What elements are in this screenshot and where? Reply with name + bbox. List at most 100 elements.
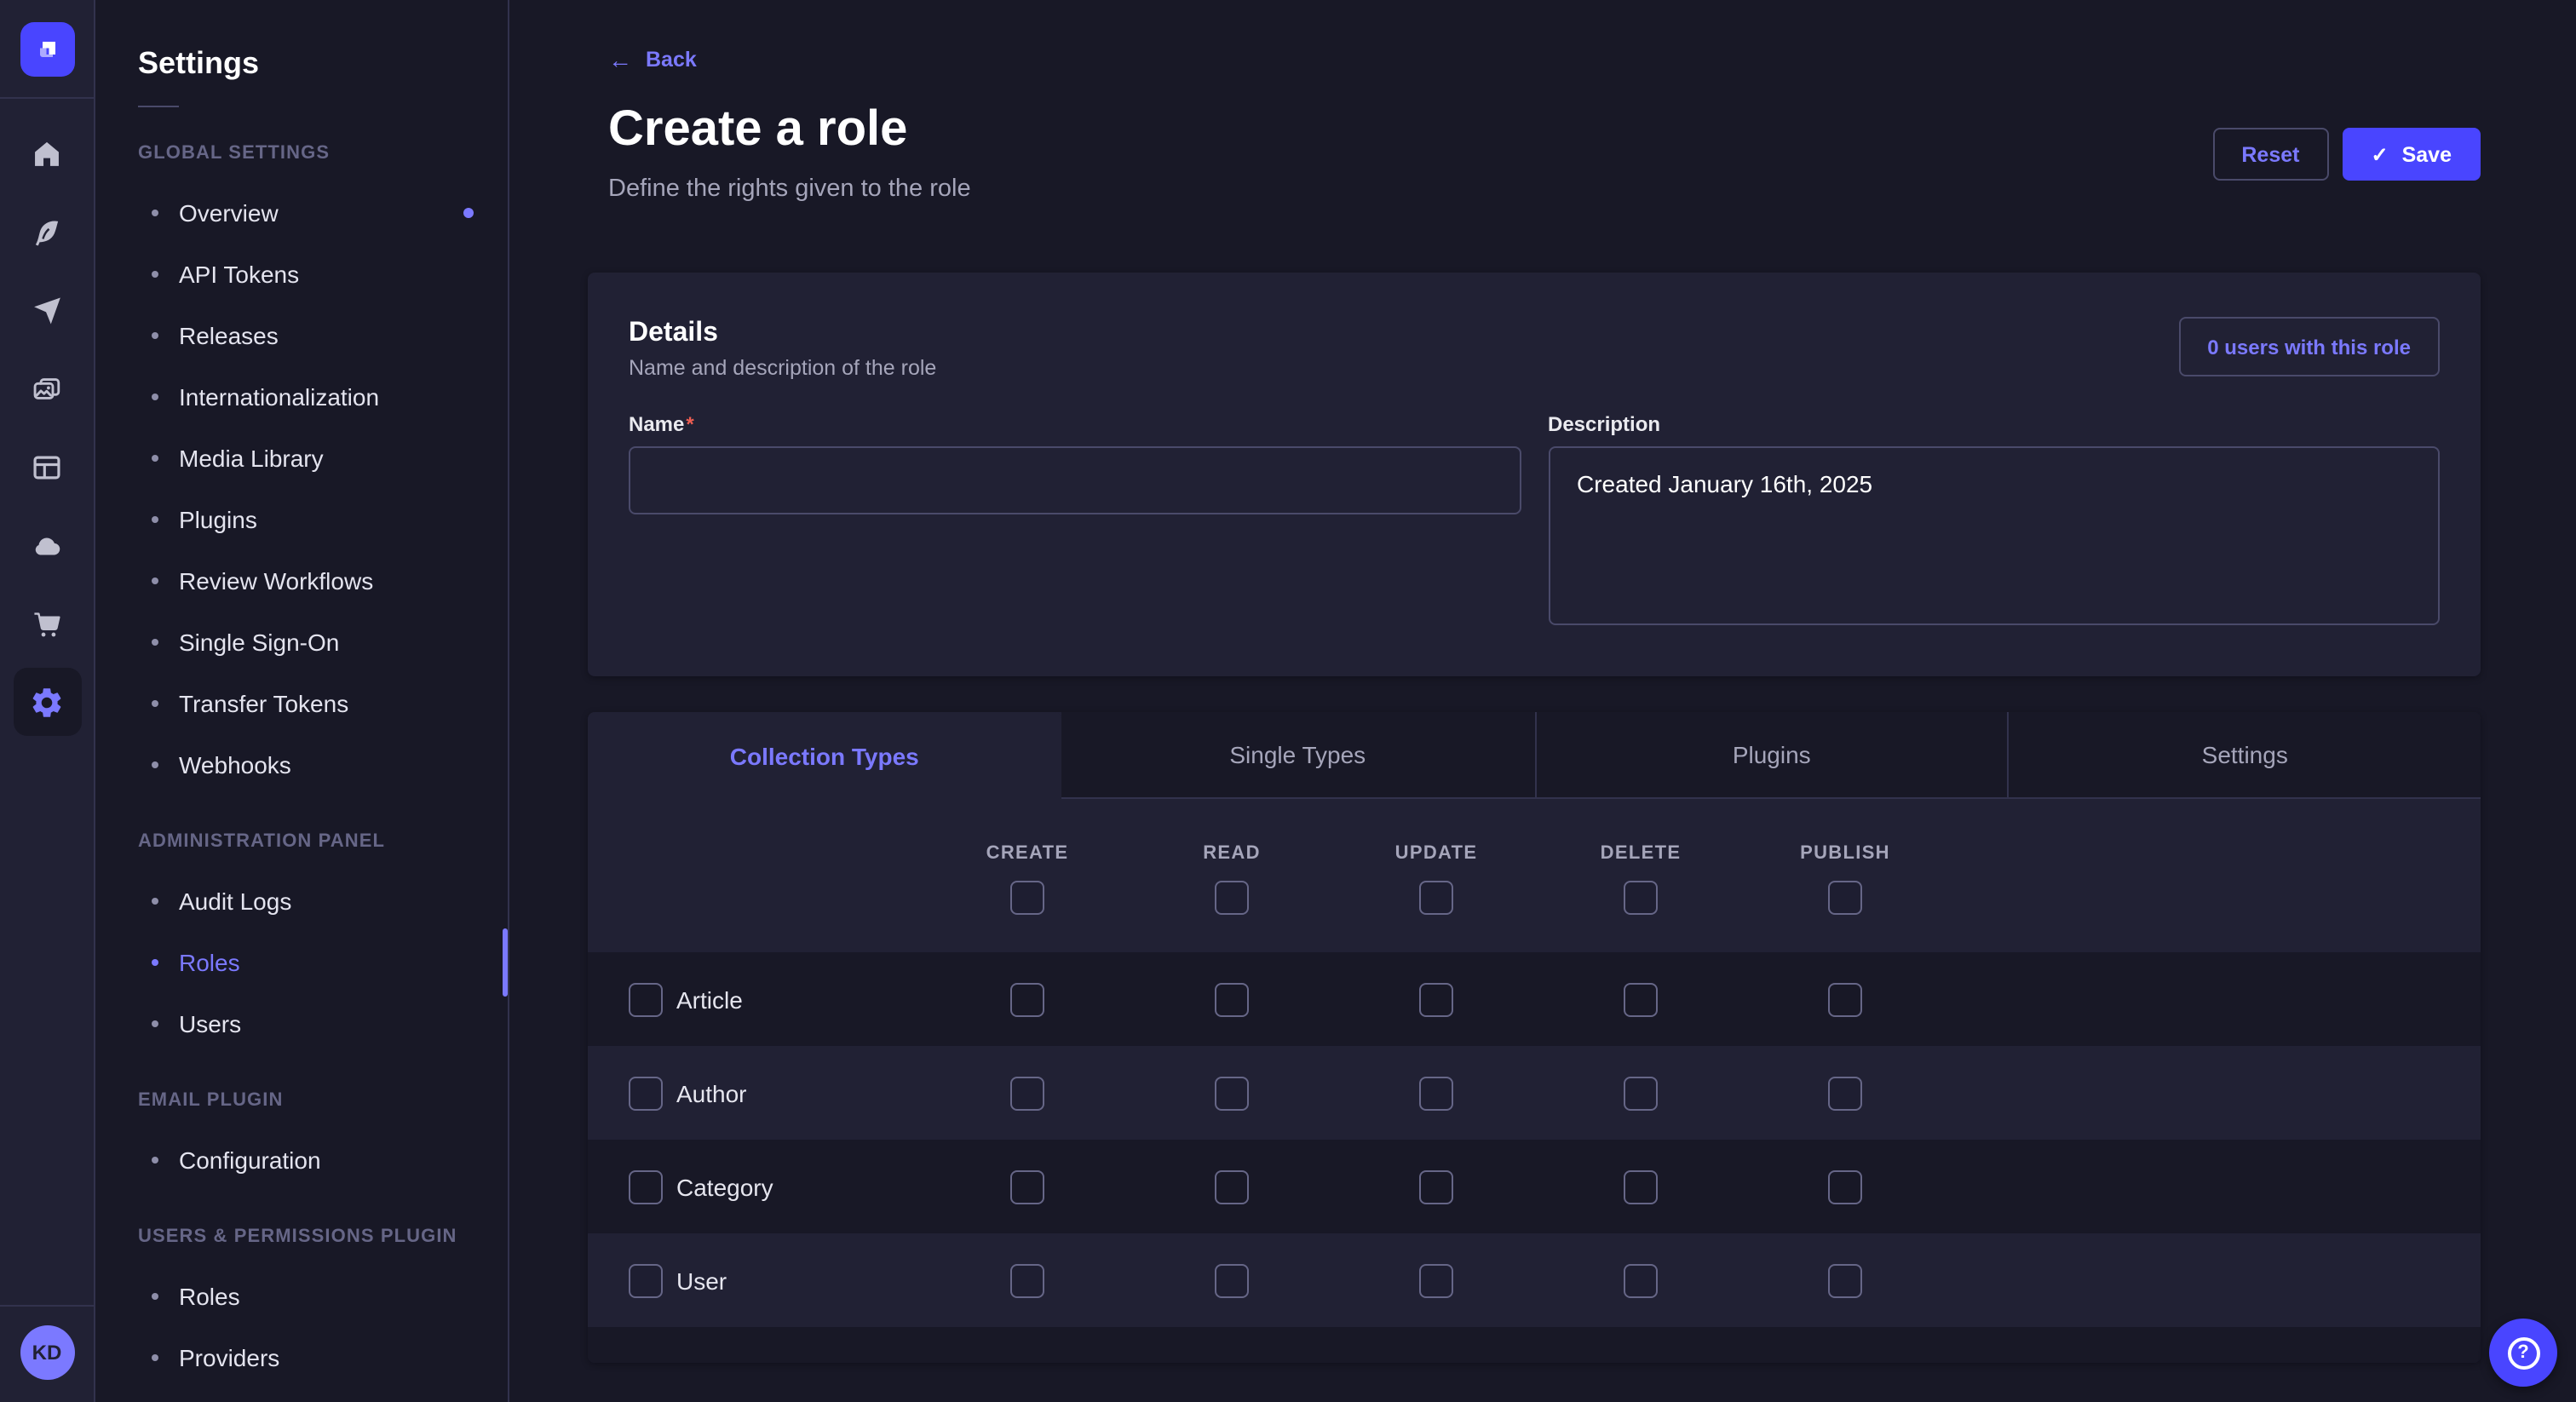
description-textarea[interactable]: Created January 16th, 2025 bbox=[1548, 446, 2440, 625]
permissions-table-header: CREATEREADUPDATEDELETEPUBLISH bbox=[588, 799, 2481, 952]
row-label: Article bbox=[676, 985, 743, 1013]
cart-icon bbox=[31, 607, 63, 640]
user-read-checkbox[interactable] bbox=[1215, 1263, 1249, 1297]
bullet-icon bbox=[152, 210, 158, 216]
subnav-item-overview[interactable]: Overview bbox=[95, 182, 508, 244]
user-create-checkbox[interactable] bbox=[1010, 1263, 1044, 1297]
users-with-role-button[interactable]: 0 users with this role bbox=[2178, 317, 2440, 376]
subnav-item-review-workflows[interactable]: Review Workflows bbox=[95, 550, 508, 612]
select-all-row bbox=[588, 881, 2481, 915]
user-update-checkbox[interactable] bbox=[1419, 1263, 1453, 1297]
subnav-item-users[interactable]: Users bbox=[95, 993, 508, 1054]
main-content: ← Back Create a role Define the rights g… bbox=[509, 0, 2576, 1402]
notification-dot bbox=[463, 208, 474, 218]
tab-single-types[interactable]: Single Types bbox=[1061, 712, 1535, 799]
tab-settings[interactable]: Settings bbox=[2008, 712, 2481, 799]
reset-button[interactable]: Reset bbox=[2212, 128, 2328, 181]
name-input[interactable] bbox=[629, 446, 1521, 514]
article-update-checkbox[interactable] bbox=[1419, 982, 1453, 1016]
subnav-section-label: ADMINISTRATION PANEL bbox=[95, 813, 508, 871]
rail-icon-list bbox=[13, 119, 81, 736]
select-all-read-checkbox[interactable] bbox=[1215, 881, 1249, 915]
description-label: Description bbox=[1548, 412, 1660, 436]
subnav-section-label: EMAIL PLUGIN bbox=[95, 1072, 508, 1129]
back-link[interactable]: ← Back bbox=[608, 48, 697, 72]
user-delete-checkbox[interactable] bbox=[1624, 1263, 1658, 1297]
subnav-sections: GLOBAL SETTINGSOverviewAPI TokensRelease… bbox=[95, 124, 508, 1388]
bullet-icon bbox=[152, 761, 158, 768]
permissions-card: Collection TypesSingle TypesPluginsSetti… bbox=[588, 712, 2481, 1363]
nav-cloud-button[interactable] bbox=[13, 511, 81, 579]
paper-plane-icon bbox=[31, 294, 63, 326]
bullet-icon bbox=[152, 1157, 158, 1164]
permission-row-article: Article bbox=[588, 952, 2481, 1046]
subnav-item-plugins[interactable]: Plugins bbox=[95, 489, 508, 550]
column-header-delete: DELETE bbox=[1538, 843, 1743, 864]
subnav-item-releases[interactable]: Releases bbox=[95, 305, 508, 366]
strapi-logo[interactable] bbox=[20, 22, 74, 77]
subnav-item-providers[interactable]: Providers bbox=[95, 1327, 508, 1388]
page-title: Create a role bbox=[608, 101, 971, 160]
nav-home-button[interactable] bbox=[13, 119, 81, 187]
author-update-checkbox[interactable] bbox=[1419, 1076, 1453, 1110]
select-all-publish-checkbox[interactable] bbox=[1828, 881, 1862, 915]
subnav-item-configuration[interactable]: Configuration bbox=[95, 1129, 508, 1191]
nav-feather-button[interactable] bbox=[13, 198, 81, 266]
subnav-item-media-library[interactable]: Media Library bbox=[95, 428, 508, 489]
category-read-checkbox[interactable] bbox=[1215, 1169, 1249, 1204]
author-read-checkbox[interactable] bbox=[1215, 1076, 1249, 1110]
subnav-item-label: Roles bbox=[179, 1283, 240, 1310]
bullet-icon bbox=[152, 700, 158, 707]
cloud-icon bbox=[31, 529, 63, 561]
avatar[interactable]: KD bbox=[20, 1325, 74, 1380]
author-publish-checkbox[interactable] bbox=[1828, 1076, 1862, 1110]
page-header: Create a role Define the rights given to… bbox=[588, 77, 2481, 206]
nav-gear-button[interactable] bbox=[13, 668, 81, 736]
subnav-item-roles[interactable]: Roles bbox=[95, 932, 508, 993]
tab-collection-types[interactable]: Collection Types bbox=[588, 712, 1061, 799]
permissions-tabs: Collection TypesSingle TypesPluginsSetti… bbox=[588, 712, 2481, 799]
save-button[interactable]: ✓ Save bbox=[2342, 128, 2481, 181]
nav-rail: KD bbox=[0, 0, 95, 1402]
select-all-create-checkbox[interactable] bbox=[1010, 881, 1044, 915]
row-author-checkbox[interactable] bbox=[629, 1076, 663, 1110]
nav-cart-button[interactable] bbox=[13, 589, 81, 658]
category-create-checkbox[interactable] bbox=[1010, 1169, 1044, 1204]
nav-layout-button[interactable] bbox=[13, 433, 81, 501]
column-header-publish: PUBLISH bbox=[1743, 843, 1947, 864]
subnav-item-audit-logs[interactable]: Audit Logs bbox=[95, 871, 508, 932]
row-article-checkbox[interactable] bbox=[629, 982, 663, 1016]
user-publish-checkbox[interactable] bbox=[1828, 1263, 1862, 1297]
author-create-checkbox[interactable] bbox=[1010, 1076, 1044, 1110]
select-all-delete-checkbox[interactable] bbox=[1624, 881, 1658, 915]
subnav-item-internationalization[interactable]: Internationalization bbox=[95, 366, 508, 428]
article-create-checkbox[interactable] bbox=[1010, 982, 1044, 1016]
category-update-checkbox[interactable] bbox=[1419, 1169, 1453, 1204]
subnav-item-transfer-tokens[interactable]: Transfer Tokens bbox=[95, 673, 508, 734]
nav-images-button[interactable] bbox=[13, 354, 81, 422]
subnav-item-api-tokens[interactable]: API Tokens bbox=[95, 244, 508, 305]
subnav-title-divider bbox=[138, 106, 179, 107]
subnav-item-single-sign-on[interactable]: Single Sign-On bbox=[95, 612, 508, 673]
row-label: User bbox=[676, 1267, 727, 1294]
article-read-checkbox[interactable] bbox=[1215, 982, 1249, 1016]
subnav-item-webhooks[interactable]: Webhooks bbox=[95, 734, 508, 796]
author-delete-checkbox[interactable] bbox=[1624, 1076, 1658, 1110]
bullet-icon bbox=[152, 1354, 158, 1361]
strapi-admin-app: KD Settings GLOBAL SETTINGSOverviewAPI T… bbox=[0, 0, 2576, 1402]
row-user-checkbox[interactable] bbox=[629, 1263, 663, 1297]
nav-paper-plane-button[interactable] bbox=[13, 276, 81, 344]
category-delete-checkbox[interactable] bbox=[1624, 1169, 1658, 1204]
name-field-group: Name* bbox=[629, 409, 1521, 634]
category-publish-checkbox[interactable] bbox=[1828, 1169, 1862, 1204]
help-button[interactable]: ? bbox=[2489, 1319, 2557, 1387]
subnav-item-label: Webhooks bbox=[179, 751, 291, 779]
tab-plugins[interactable]: Plugins bbox=[1534, 712, 2008, 799]
select-all-update-checkbox[interactable] bbox=[1419, 881, 1453, 915]
article-publish-checkbox[interactable] bbox=[1828, 982, 1862, 1016]
subnav-item-roles[interactable]: Roles bbox=[95, 1266, 508, 1327]
subnav-section-label: USERS & PERMISSIONS PLUGIN bbox=[95, 1208, 508, 1266]
name-label-text: Name bbox=[629, 412, 684, 436]
article-delete-checkbox[interactable] bbox=[1624, 982, 1658, 1016]
row-category-checkbox[interactable] bbox=[629, 1169, 663, 1204]
